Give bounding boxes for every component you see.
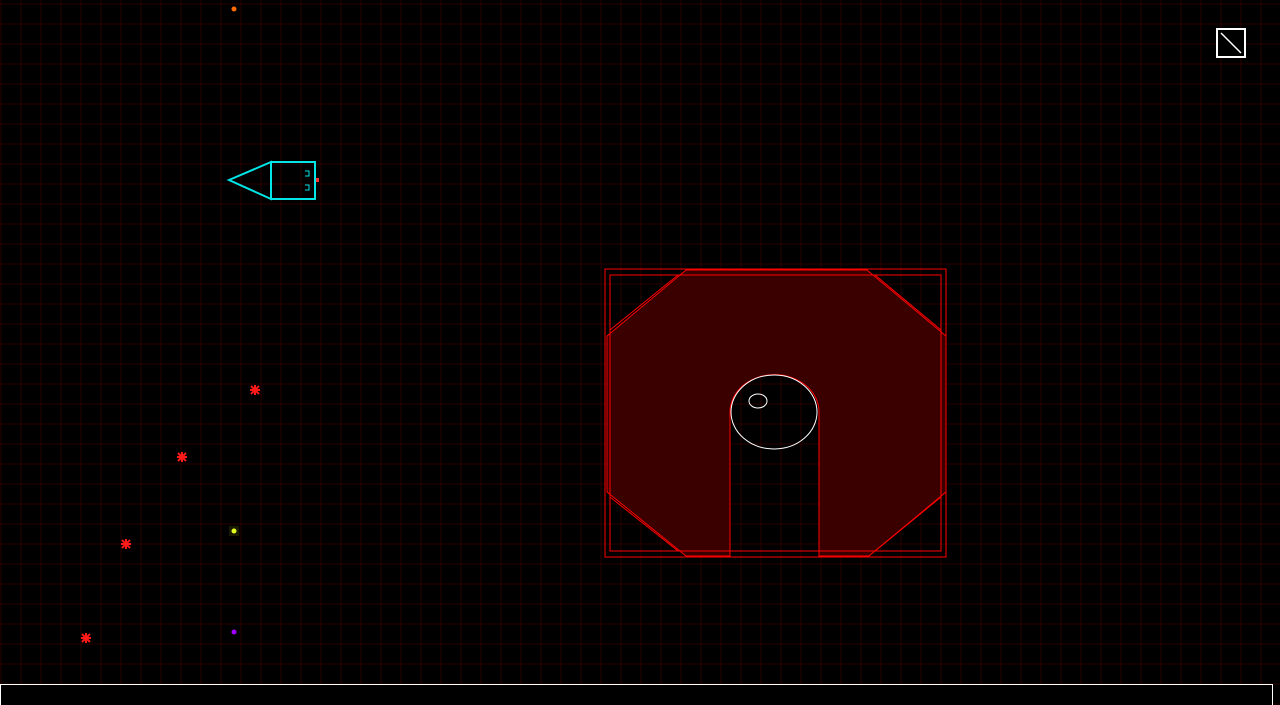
fullscreen-button[interactable] — [1216, 28, 1246, 58]
orange-pickup — [231, 6, 237, 12]
console-input-bar[interactable] — [0, 684, 1273, 705]
yellow-pickup — [231, 528, 237, 534]
enemy-star-icon — [250, 385, 260, 395]
game-canvas[interactable] — [0, 0, 1280, 705]
ship-thruster — [316, 178, 319, 182]
purple-pickup — [231, 629, 237, 635]
enemy-star-icon — [177, 452, 187, 462]
enemy-star-icon — [81, 633, 91, 643]
fullscreen-icon — [1220, 32, 1242, 54]
enemy-star-icon — [121, 539, 131, 549]
